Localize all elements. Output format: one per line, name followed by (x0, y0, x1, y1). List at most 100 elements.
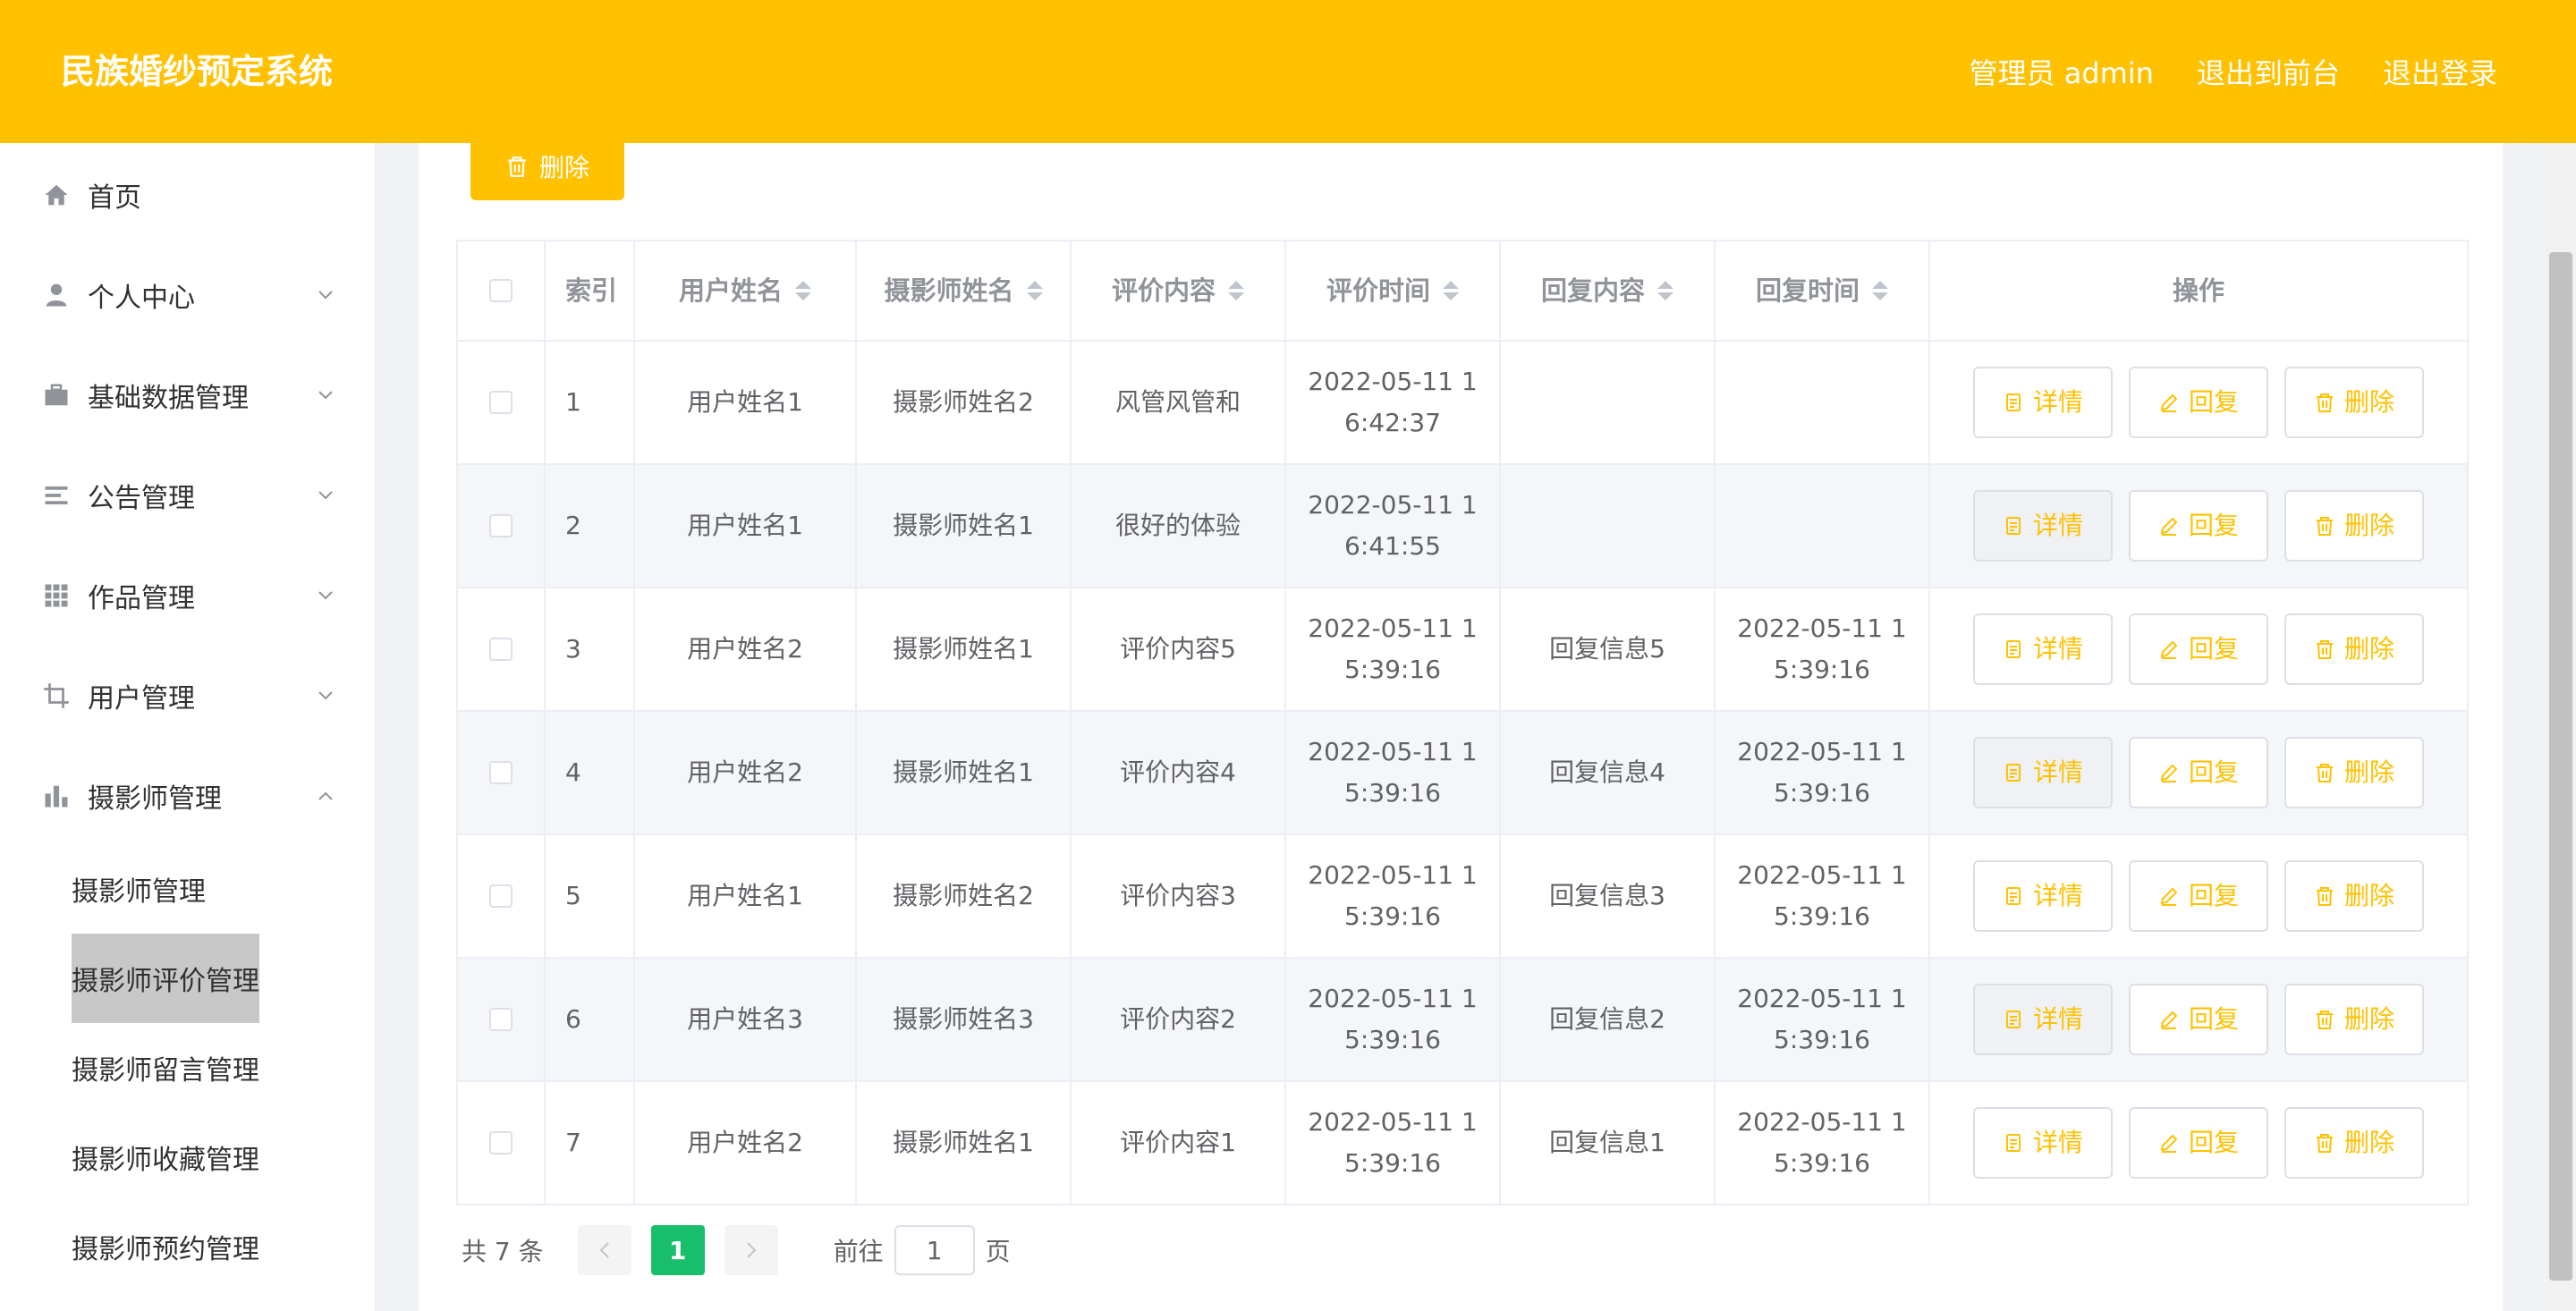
delete-button[interactable]: 删除 (2284, 367, 2424, 438)
delete-button[interactable]: 删除 (2284, 860, 2424, 932)
delete-button[interactable]: 删除 (2284, 984, 2424, 1055)
row-checkbox[interactable] (489, 638, 513, 661)
header-review-time[interactable]: 评价时间 (1286, 241, 1501, 340)
cell-review-content: 评价内容4 (1072, 712, 1286, 833)
header-label: 回复时间 (1755, 275, 1860, 306)
cell-user-name: 用户姓名2 (635, 588, 857, 710)
page-number-current[interactable]: 1 (650, 1225, 705, 1275)
delete-button[interactable]: 删除 (2284, 1107, 2424, 1179)
header-links: 管理员 admin 退出到前台 退出登录 (1927, 47, 2497, 97)
row-checkbox[interactable] (489, 884, 513, 908)
sort-icon[interactable] (1443, 281, 1459, 300)
cell-index: 5 (546, 835, 635, 957)
trash-icon (2316, 1134, 2333, 1153)
table-header-row: 索引 用户姓名 摄影师姓名 评价内容 评价时间 回复内容 回复时间 操作 (458, 241, 2469, 342)
cell-actions: 详情 回复 删除 (1930, 342, 2469, 463)
reply-button[interactable]: 回复 (2129, 860, 2268, 932)
sidebar-subitem-photographer-favorites[interactable]: 摄影师收藏管理 (72, 1112, 259, 1202)
reply-button[interactable]: 回复 (2129, 737, 2268, 808)
sort-icon[interactable] (795, 281, 811, 300)
detail-label: 详情 (2032, 634, 2083, 664)
header-reply-content[interactable]: 回复内容 (1501, 241, 1716, 340)
row-checkbox[interactable] (489, 1131, 513, 1155)
cell-review-content: 评价内容2 (1072, 959, 1286, 1080)
select-all-checkbox[interactable] (489, 279, 513, 302)
cell-user-name: 用户姓名1 (635, 342, 857, 463)
table-body: 1 用户姓名1 摄影师姓名2 风管风管和 2022-05-11 1 6:42:37 详情 回复… (458, 342, 2469, 1205)
detail-label: 详情 (2032, 387, 2083, 417)
sort-icon[interactable] (1026, 281, 1043, 300)
sidebar-item-label: 摄影师管理 (88, 783, 222, 815)
row-checkbox[interactable] (489, 514, 513, 537)
reply-button[interactable]: 回复 (2129, 613, 2268, 685)
cell-review-time: 2022-05-11 1 5:39:16 (1286, 959, 1501, 1080)
cell-review-time: 2022-05-11 1 5:39:16 (1286, 835, 1501, 957)
row-checkbox[interactable] (489, 1008, 513, 1031)
delete-label: 删除 (2343, 634, 2394, 664)
detail-button[interactable]: 详情 (1973, 367, 2113, 438)
detail-button[interactable]: 详情 (1973, 984, 2113, 1055)
header-user-name[interactable]: 用户姓名 (635, 241, 857, 340)
sidebar-subitem-photographer-mgmt[interactable]: 摄影师管理 (72, 844, 206, 934)
sidebar-subitem-photographer-reviews[interactable]: 摄影师评价管理 (72, 934, 259, 1023)
reply-button[interactable]: 回复 (2129, 1107, 2268, 1179)
chevron-left-icon (599, 1242, 609, 1258)
cell-photographer-name: 摄影师姓名2 (857, 342, 1072, 463)
sidebar-item-personal-center[interactable]: 个人中心 (0, 245, 374, 345)
document-icon (2005, 887, 2021, 905)
cell-review-content: 评价内容3 (1072, 835, 1286, 957)
sidebar-subitem-photographer-bookings[interactable]: 摄影师预约管理 (72, 1202, 259, 1291)
sort-icon[interactable] (1872, 281, 1888, 300)
batch-delete-button[interactable]: 删除 (470, 132, 624, 200)
reply-button[interactable]: 回复 (2129, 984, 2268, 1055)
cell-reply-content: 回复信息2 (1501, 959, 1716, 1080)
sidebar-item-basic-data[interactable]: 基础数据管理 (0, 345, 374, 445)
sidebar-item-users[interactable]: 用户管理 (0, 646, 374, 746)
row-checkbox[interactable] (489, 391, 513, 414)
reply-button[interactable]: 回复 (2129, 367, 2268, 438)
cell-user-name: 用户姓名1 (635, 465, 857, 587)
goto-page-input[interactable] (894, 1225, 975, 1275)
delete-button[interactable]: 删除 (2284, 613, 2424, 685)
prev-page-button[interactable] (577, 1225, 631, 1275)
header-label: 评价时间 (1326, 275, 1430, 306)
chevron-right-icon (746, 1242, 757, 1258)
sidebar-subitem-photographer-messages[interactable]: 摄影师留言管理 (72, 1023, 259, 1112)
reply-button[interactable]: 回复 (2129, 490, 2268, 562)
review-time-line2: 5:39:16 (1344, 1148, 1441, 1178)
exit-to-frontend-link[interactable]: 退出到前台 (2197, 51, 2340, 92)
admin-user-link[interactable]: 管理员 admin (1970, 51, 2154, 92)
user-icon (41, 280, 72, 310)
cell-actions: 详情 回复 删除 (1930, 712, 2469, 833)
edit-icon (2160, 887, 2178, 906)
review-time-line1: 2022-05-11 1 (1308, 984, 1478, 1013)
header-reply-time[interactable]: 回复时间 (1716, 241, 1930, 340)
cell-actions: 详情 回复 删除 (1930, 1082, 2469, 1204)
sort-icon[interactable] (1657, 281, 1674, 300)
reply-time-line1: 2022-05-11 1 (1737, 737, 1907, 766)
next-page-button[interactable] (724, 1225, 778, 1275)
detail-button[interactable]: 详情 (1973, 860, 2113, 932)
scrollbar-thumb[interactable] (2549, 252, 2572, 1281)
logout-link[interactable]: 退出登录 (2383, 51, 2497, 92)
detail-button[interactable]: 详情 (1973, 613, 2113, 685)
sidebar-item-home[interactable]: 首页 (0, 145, 374, 245)
sidebar-item-announcements[interactable]: 公告管理 (0, 445, 374, 546)
cell-index: 3 (546, 588, 635, 710)
review-time-line1: 2022-05-11 1 (1308, 1107, 1478, 1137)
delete-button[interactable]: 删除 (2284, 737, 2424, 808)
detail-button[interactable]: 详情 (1973, 490, 2113, 562)
reply-time-line1: 2022-05-11 1 (1737, 1107, 1907, 1137)
edit-icon (2160, 640, 2178, 659)
sidebar-item-works[interactable]: 作品管理 (0, 546, 374, 646)
row-select-cell (458, 342, 546, 463)
detail-button[interactable]: 详情 (1973, 737, 2113, 808)
row-checkbox[interactable] (489, 761, 513, 784)
delete-button[interactable]: 删除 (2284, 490, 2424, 562)
header-photographer-name[interactable]: 摄影师姓名 (857, 241, 1072, 340)
cell-reply-content: 回复信息5 (1501, 588, 1716, 710)
detail-button[interactable]: 详情 (1973, 1107, 2113, 1179)
header-review-content[interactable]: 评价内容 (1072, 241, 1286, 340)
sort-icon[interactable] (1228, 281, 1244, 300)
sidebar-item-photographers[interactable]: 摄影师管理 (0, 746, 374, 846)
